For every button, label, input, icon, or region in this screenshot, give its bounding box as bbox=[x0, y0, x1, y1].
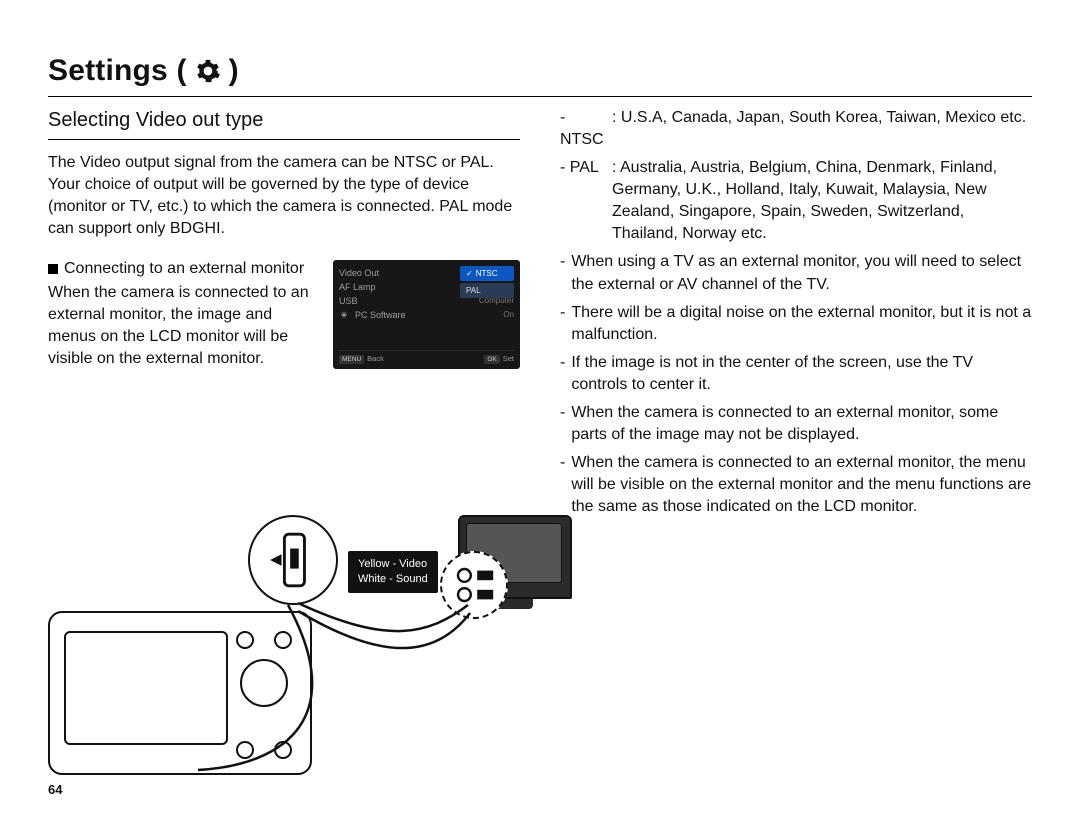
left-column: Selecting Video out type The Video outpu… bbox=[48, 107, 520, 524]
camera-dpad bbox=[240, 659, 288, 707]
menu-item-value: On bbox=[503, 309, 514, 320]
camera-lcd bbox=[64, 631, 228, 745]
menu-options-popup: ✓NTSC PAL bbox=[460, 266, 514, 300]
note-item: -If the image is not in the center of th… bbox=[560, 352, 1032, 396]
content-columns: Selecting Video out type The Video outpu… bbox=[48, 107, 1032, 524]
legend-sound: White - Sound bbox=[358, 572, 428, 587]
standard-pal: - PAL : Australia, Austria, Belgium, Chi… bbox=[560, 157, 1032, 245]
connect-heading: Connecting to an external monitor bbox=[48, 258, 321, 280]
menu-footer-left: MENUBack bbox=[339, 354, 384, 365]
page-number: 64 bbox=[48, 782, 62, 797]
menu-tag: OK bbox=[484, 355, 499, 364]
square-bullet-icon bbox=[48, 264, 58, 274]
title-close: ) bbox=[229, 54, 239, 88]
menu-footer-right: OK Set bbox=[484, 354, 514, 365]
menu-footer-left-text: Back bbox=[367, 354, 384, 363]
gear-icon bbox=[195, 58, 221, 84]
cable-legend: Yellow - Video White - Sound bbox=[348, 551, 438, 593]
note-item: -When the camera is connected to an exte… bbox=[560, 452, 1032, 518]
menu-option-selected: ✓NTSC bbox=[460, 266, 514, 281]
menu-tag: MENU bbox=[339, 355, 364, 364]
pal-text: : Australia, Austria, Belgium, China, De… bbox=[612, 157, 1032, 245]
dash-icon: - bbox=[560, 251, 565, 295]
dash-icon: - bbox=[560, 352, 565, 396]
ntsc-label: - NTSC bbox=[560, 107, 606, 151]
menu-item-label: PC Software bbox=[355, 309, 497, 321]
menu-footer: MENUBack OK Set bbox=[339, 350, 514, 365]
check-icon: ✓ bbox=[466, 268, 473, 279]
note-item: -When the camera is connected to an exte… bbox=[560, 402, 1032, 446]
pal-label: - PAL bbox=[560, 157, 606, 245]
menu-footer-right-text: Set bbox=[503, 354, 514, 363]
camera-menu-preview: Video Out AF Lamp USB Computer PC Softwa… bbox=[333, 260, 520, 369]
note-item: -There will be a digital noise on the ex… bbox=[560, 302, 1032, 346]
connect-body-text: When the camera is connected to an exter… bbox=[48, 282, 321, 370]
camera-port-callout bbox=[248, 515, 338, 605]
note-text: There will be a digital noise on the ext… bbox=[571, 302, 1032, 346]
av-plug-callout bbox=[440, 551, 508, 619]
legend-video: Yellow - Video bbox=[358, 557, 428, 572]
standard-ntsc: - NTSC : U.S.A, Canada, Japan, South Kor… bbox=[560, 107, 1032, 151]
dash-icon: - bbox=[560, 302, 565, 346]
rule-divider bbox=[48, 96, 1032, 97]
connection-diagram: Yellow - Video White - Sound bbox=[48, 515, 568, 775]
ntsc-text: : U.S.A, Canada, Japan, South Korea, Tai… bbox=[612, 107, 1032, 151]
camera-button bbox=[236, 631, 254, 649]
usb-port-icon bbox=[250, 517, 336, 603]
menu-item: PC Software On bbox=[339, 308, 514, 322]
dash-icon: - bbox=[560, 402, 565, 446]
camera-button bbox=[274, 741, 292, 759]
title-text: Settings ( bbox=[48, 54, 187, 88]
note-text: If the image is not in the center of the… bbox=[571, 352, 1032, 396]
camera-button bbox=[274, 631, 292, 649]
camera-button bbox=[236, 741, 254, 759]
camera-illustration bbox=[48, 611, 312, 775]
menu-item-label: USB bbox=[339, 295, 473, 307]
note-text: When the camera is connected to an exter… bbox=[571, 402, 1032, 446]
manual-page: Settings ( ) Selecting Video out type Th… bbox=[0, 0, 1080, 815]
gear-icon bbox=[339, 310, 349, 320]
note-item: -When using a TV as an external monitor,… bbox=[560, 251, 1032, 295]
menu-option: PAL bbox=[460, 283, 514, 298]
right-column: - NTSC : U.S.A, Canada, Japan, South Kor… bbox=[560, 107, 1032, 524]
dash-icon: - bbox=[560, 452, 565, 518]
section-subhead: Selecting Video out type bbox=[48, 107, 520, 140]
menu-option-label: NTSC bbox=[476, 268, 498, 279]
connect-block: Connecting to an external monitor When t… bbox=[48, 258, 520, 370]
rca-plugs-icon bbox=[442, 553, 506, 617]
menu-option-label: PAL bbox=[466, 285, 481, 296]
connect-text: Connecting to an external monitor When t… bbox=[48, 258, 321, 370]
note-text: When the camera is connected to an exter… bbox=[571, 452, 1032, 518]
connect-head-text: Connecting to an external monitor bbox=[64, 260, 304, 277]
page-title: Settings ( ) bbox=[48, 54, 1032, 88]
note-text: When using a TV as an external monitor, … bbox=[571, 251, 1032, 295]
intro-paragraph: The Video output signal from the camera … bbox=[48, 152, 520, 240]
